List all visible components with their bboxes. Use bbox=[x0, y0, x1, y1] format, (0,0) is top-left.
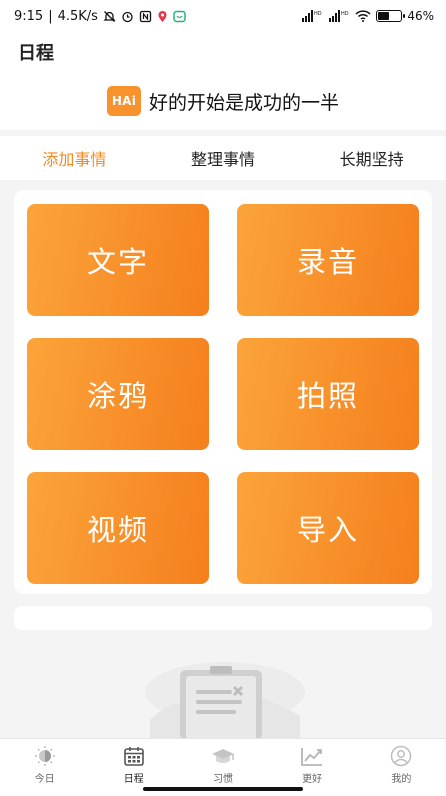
signal-icon-secondary: HD bbox=[329, 10, 349, 22]
svg-text:HD: HD bbox=[341, 11, 349, 17]
nav-label-mine: 我的 bbox=[391, 774, 412, 785]
page-title: 日程 bbox=[18, 43, 54, 64]
network-speed: 4.5K/s bbox=[57, 8, 98, 24]
app-logo-text: HAi bbox=[111, 94, 137, 108]
nav-schedule[interactable]: 日程 bbox=[99, 745, 169, 785]
video-button[interactable]: 视频 bbox=[27, 472, 209, 584]
profile-icon bbox=[389, 745, 413, 767]
battery-fill bbox=[378, 12, 390, 20]
nav-label-habits: 习惯 bbox=[212, 774, 233, 785]
empty-list-strip bbox=[14, 606, 432, 630]
alarm-icon bbox=[122, 11, 133, 22]
tab-organize-tasks[interactable]: 整理事情 bbox=[181, 146, 265, 170]
graduation-cap-icon bbox=[211, 745, 235, 767]
action-grid: 文字 录音 涂鸦 拍照 视频 导入 bbox=[14, 190, 432, 594]
nav-label-today: 今日 bbox=[34, 774, 55, 785]
nav-label-schedule: 日程 bbox=[123, 774, 144, 785]
status-left: 9:15 | 4.5K/s bbox=[14, 9, 186, 24]
wifi-icon bbox=[355, 10, 371, 22]
svg-text:HD: HD bbox=[314, 11, 322, 17]
location-icon bbox=[158, 10, 167, 22]
nav-habits[interactable]: 习惯 bbox=[188, 745, 258, 785]
nav-today[interactable]: 今日 bbox=[10, 745, 80, 785]
status-right: HD HD 46% bbox=[301, 9, 434, 23]
signal-icon: HD bbox=[302, 10, 322, 22]
trend-chart-icon bbox=[300, 745, 324, 767]
app-logo: HAi bbox=[106, 86, 141, 116]
slogan-banner: HAi 好的开始是成功的一半 bbox=[0, 72, 446, 130]
home-indicator[interactable] bbox=[143, 787, 303, 791]
nav-better[interactable]: 更好 bbox=[277, 745, 347, 785]
battery-icon bbox=[376, 10, 406, 22]
app-notification-icon bbox=[173, 10, 186, 22]
calendar-icon bbox=[122, 745, 146, 767]
status-bar: 9:15 | 4.5K/s HD HD 46% bbox=[0, 0, 446, 32]
day-icon bbox=[33, 745, 57, 767]
nav-label-better: 更好 bbox=[302, 774, 323, 785]
import-button[interactable]: 导入 bbox=[237, 472, 419, 584]
tab-long-term[interactable]: 长期坚持 bbox=[330, 146, 414, 170]
nav-mine[interactable]: 我的 bbox=[366, 745, 436, 785]
take-photo-button[interactable]: 拍照 bbox=[237, 338, 419, 450]
tab-bar: 添加事情 整理事情 长期坚持 bbox=[0, 136, 446, 180]
slogan-text: 好的开始是成功的一半 bbox=[148, 91, 339, 114]
battery-percent: 46% bbox=[407, 9, 434, 23]
record-audio-button[interactable]: 录音 bbox=[237, 204, 419, 316]
tab-add-tasks[interactable]: 添加事情 bbox=[32, 146, 116, 170]
app-bar: 日程 bbox=[0, 32, 446, 72]
doodle-button[interactable]: 涂鸦 bbox=[27, 338, 209, 450]
mute-icon bbox=[103, 10, 116, 22]
nfc-icon bbox=[139, 10, 152, 22]
status-separator: | bbox=[48, 8, 53, 24]
text-button[interactable]: 文字 bbox=[27, 204, 209, 316]
empty-state-illustration bbox=[145, 662, 305, 740]
status-time: 9:15 bbox=[14, 8, 44, 24]
